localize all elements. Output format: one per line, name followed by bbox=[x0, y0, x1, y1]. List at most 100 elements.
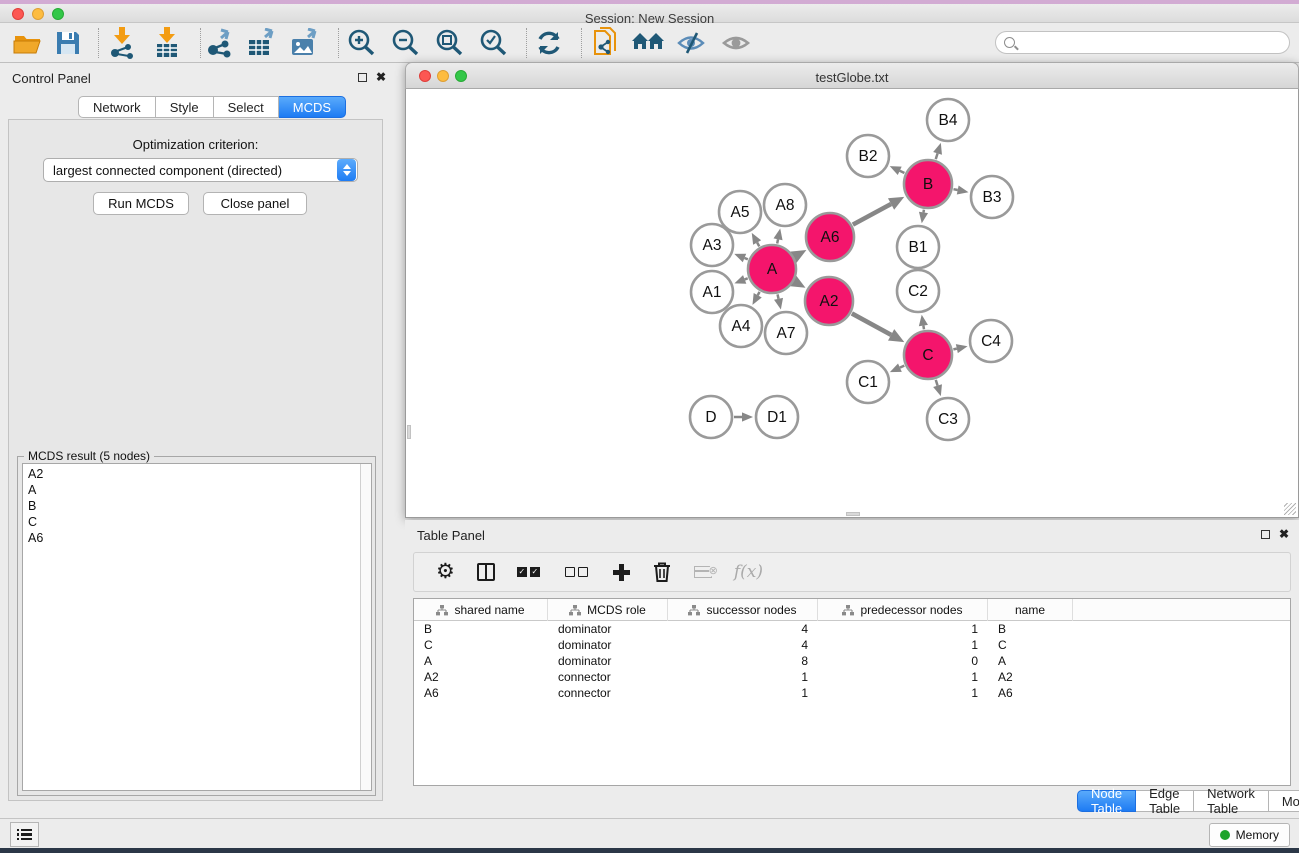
edge-arrowhead bbox=[734, 275, 746, 284]
zoom-selected-icon[interactable] bbox=[473, 26, 513, 60]
network-window-titlebar[interactable]: testGlobe.txt bbox=[405, 62, 1299, 89]
edge-A6-B[interactable] bbox=[853, 204, 891, 225]
table-cell: C bbox=[988, 637, 1073, 653]
result-item[interactable]: A2 bbox=[28, 466, 371, 482]
result-item[interactable]: A6 bbox=[28, 530, 371, 546]
export-table-icon[interactable] bbox=[242, 26, 282, 60]
refresh-view-icon[interactable] bbox=[529, 26, 569, 60]
result-item[interactable]: A bbox=[28, 482, 371, 498]
show-columns-icon[interactable] bbox=[477, 563, 495, 581]
table-cell: dominator bbox=[548, 621, 668, 637]
run-mcds-button[interactable]: Run MCDS bbox=[93, 192, 189, 215]
tab-motifs[interactable]: Motifs bbox=[1269, 790, 1299, 812]
graph-node-label: B4 bbox=[939, 112, 958, 129]
graph-node-label: A5 bbox=[731, 204, 750, 221]
canvas-horizontal-scrollbar[interactable] bbox=[846, 512, 860, 516]
open-file-icon[interactable] bbox=[8, 26, 48, 60]
hide-eye-icon[interactable] bbox=[671, 26, 711, 60]
save-session-icon[interactable] bbox=[48, 26, 88, 60]
search-input[interactable] bbox=[1015, 35, 1289, 51]
tab-network-table[interactable]: Network Table bbox=[1194, 790, 1269, 812]
canvas-vertical-scrollbar[interactable] bbox=[407, 425, 411, 439]
table-panel-header: Table Panel ✖ bbox=[405, 520, 1299, 548]
edge-C-C2[interactable] bbox=[923, 326, 924, 330]
criterion-dropdown[interactable]: largest connected component (directed) bbox=[43, 158, 358, 182]
deselect-all-rows-icon[interactable] bbox=[565, 567, 591, 577]
edge-A-A8[interactable] bbox=[777, 239, 778, 243]
float-panel-icon[interactable] bbox=[358, 73, 367, 82]
tab-network[interactable]: Network bbox=[78, 96, 156, 118]
table-cell: connector bbox=[548, 685, 668, 701]
memory-button[interactable]: Memory bbox=[1209, 823, 1290, 847]
result-item[interactable]: B bbox=[28, 498, 371, 514]
tab-style[interactable]: Style bbox=[156, 96, 214, 118]
edge-C-C1[interactable] bbox=[900, 366, 904, 368]
graph-node-label: A2 bbox=[820, 293, 839, 310]
edge-A-A1[interactable] bbox=[745, 278, 748, 279]
network-canvas[interactable]: B4B2BB3A8A5A6A3B1AC2A1A2A4A7C4CC1C3DD1 bbox=[405, 89, 1299, 518]
node-table[interactable]: shared nameMCDS rolesuccessor nodesprede… bbox=[413, 598, 1291, 786]
import-network-icon[interactable] bbox=[102, 26, 142, 60]
tab-node-table[interactable]: Node Table bbox=[1077, 790, 1136, 812]
table-row[interactable]: A6connector11A6 bbox=[414, 685, 1290, 701]
task-history-button[interactable] bbox=[10, 822, 39, 847]
table-row[interactable]: A2connector11A2 bbox=[414, 669, 1290, 685]
table-cell: 1 bbox=[668, 669, 818, 685]
edge-C-C3[interactable] bbox=[936, 380, 938, 386]
mcds-tab-content: Optimization criterion: largest connecte… bbox=[8, 119, 383, 801]
table-row[interactable]: Bdominator41B bbox=[414, 621, 1290, 637]
result-item[interactable]: C bbox=[28, 514, 371, 530]
edge-arrowhead bbox=[774, 229, 783, 241]
home-layout-icon[interactable] bbox=[628, 26, 668, 60]
table-panel-title: Table Panel bbox=[417, 528, 485, 543]
close-panel-icon[interactable]: ✖ bbox=[1279, 529, 1289, 539]
resize-grip[interactable] bbox=[1284, 503, 1296, 515]
close-panel-icon[interactable]: ✖ bbox=[376, 72, 386, 82]
column-header-shared-name[interactable]: shared name bbox=[414, 599, 548, 621]
table-cell: 1 bbox=[818, 637, 988, 653]
mcds-result-list[interactable]: A2ABCA6 bbox=[22, 463, 372, 791]
edge-A-A5[interactable] bbox=[757, 243, 759, 247]
tab-mcds[interactable]: MCDS bbox=[279, 96, 346, 118]
tab-edge-table[interactable]: Edge Table bbox=[1136, 790, 1194, 812]
close-panel-button[interactable]: Close panel bbox=[203, 192, 307, 215]
edge-A2-C[interactable] bbox=[852, 313, 891, 334]
table-settings-gear-icon[interactable]: ⚙ bbox=[436, 562, 455, 582]
export-network-icon[interactable] bbox=[200, 26, 240, 60]
search-field[interactable] bbox=[995, 31, 1290, 54]
zoom-fit-icon[interactable] bbox=[429, 26, 469, 60]
export-image-icon[interactable] bbox=[285, 26, 325, 60]
column-header-MCDS-role[interactable]: MCDS role bbox=[548, 599, 668, 621]
edge-B-B2[interactable] bbox=[900, 171, 905, 173]
new-network-from-file-icon[interactable] bbox=[586, 26, 626, 60]
add-column-icon[interactable] bbox=[613, 564, 630, 581]
float-panel-icon[interactable] bbox=[1261, 530, 1270, 539]
delete-column-icon[interactable] bbox=[652, 561, 672, 583]
control-panel-tabs: NetworkStyleSelectMCDS bbox=[78, 96, 346, 118]
zoom-out-icon[interactable] bbox=[385, 26, 425, 60]
select-all-rows-icon[interactable]: ✓✓ bbox=[517, 567, 543, 577]
edge-C-C4[interactable] bbox=[953, 349, 956, 350]
import-table-icon[interactable] bbox=[147, 26, 187, 60]
table-cell: 1 bbox=[818, 685, 988, 701]
table-row[interactable]: Adominator80A bbox=[414, 653, 1290, 669]
control-panel-title: Control Panel bbox=[12, 71, 91, 86]
column-header-name[interactable]: name bbox=[988, 599, 1073, 621]
toolbar-separator bbox=[581, 28, 582, 58]
tab-select[interactable]: Select bbox=[214, 96, 279, 118]
edge-B-B3[interactable] bbox=[953, 189, 957, 190]
zoom-in-icon[interactable] bbox=[341, 26, 381, 60]
toolbar-separator bbox=[338, 28, 339, 58]
edge-B-B4[interactable] bbox=[936, 153, 938, 159]
column-header-successor-nodes[interactable]: successor nodes bbox=[668, 599, 818, 621]
column-header-predecessor-nodes[interactable]: predecessor nodes bbox=[818, 599, 988, 621]
edge-A-A3[interactable] bbox=[744, 258, 747, 259]
show-eye-icon[interactable] bbox=[716, 26, 756, 60]
network-graph: B4B2BB3A8A5A6A3B1AC2A1A2A4A7C4CC1C3DD1 bbox=[406, 89, 1298, 516]
table-row[interactable]: Cdominator41C bbox=[414, 637, 1290, 653]
edge-A-A4[interactable] bbox=[758, 292, 760, 295]
result-scrollbar[interactable] bbox=[360, 464, 371, 790]
column-type-icon bbox=[436, 605, 448, 616]
graph-node-label: A4 bbox=[732, 318, 751, 335]
edge-A-A7[interactable] bbox=[778, 294, 779, 298]
